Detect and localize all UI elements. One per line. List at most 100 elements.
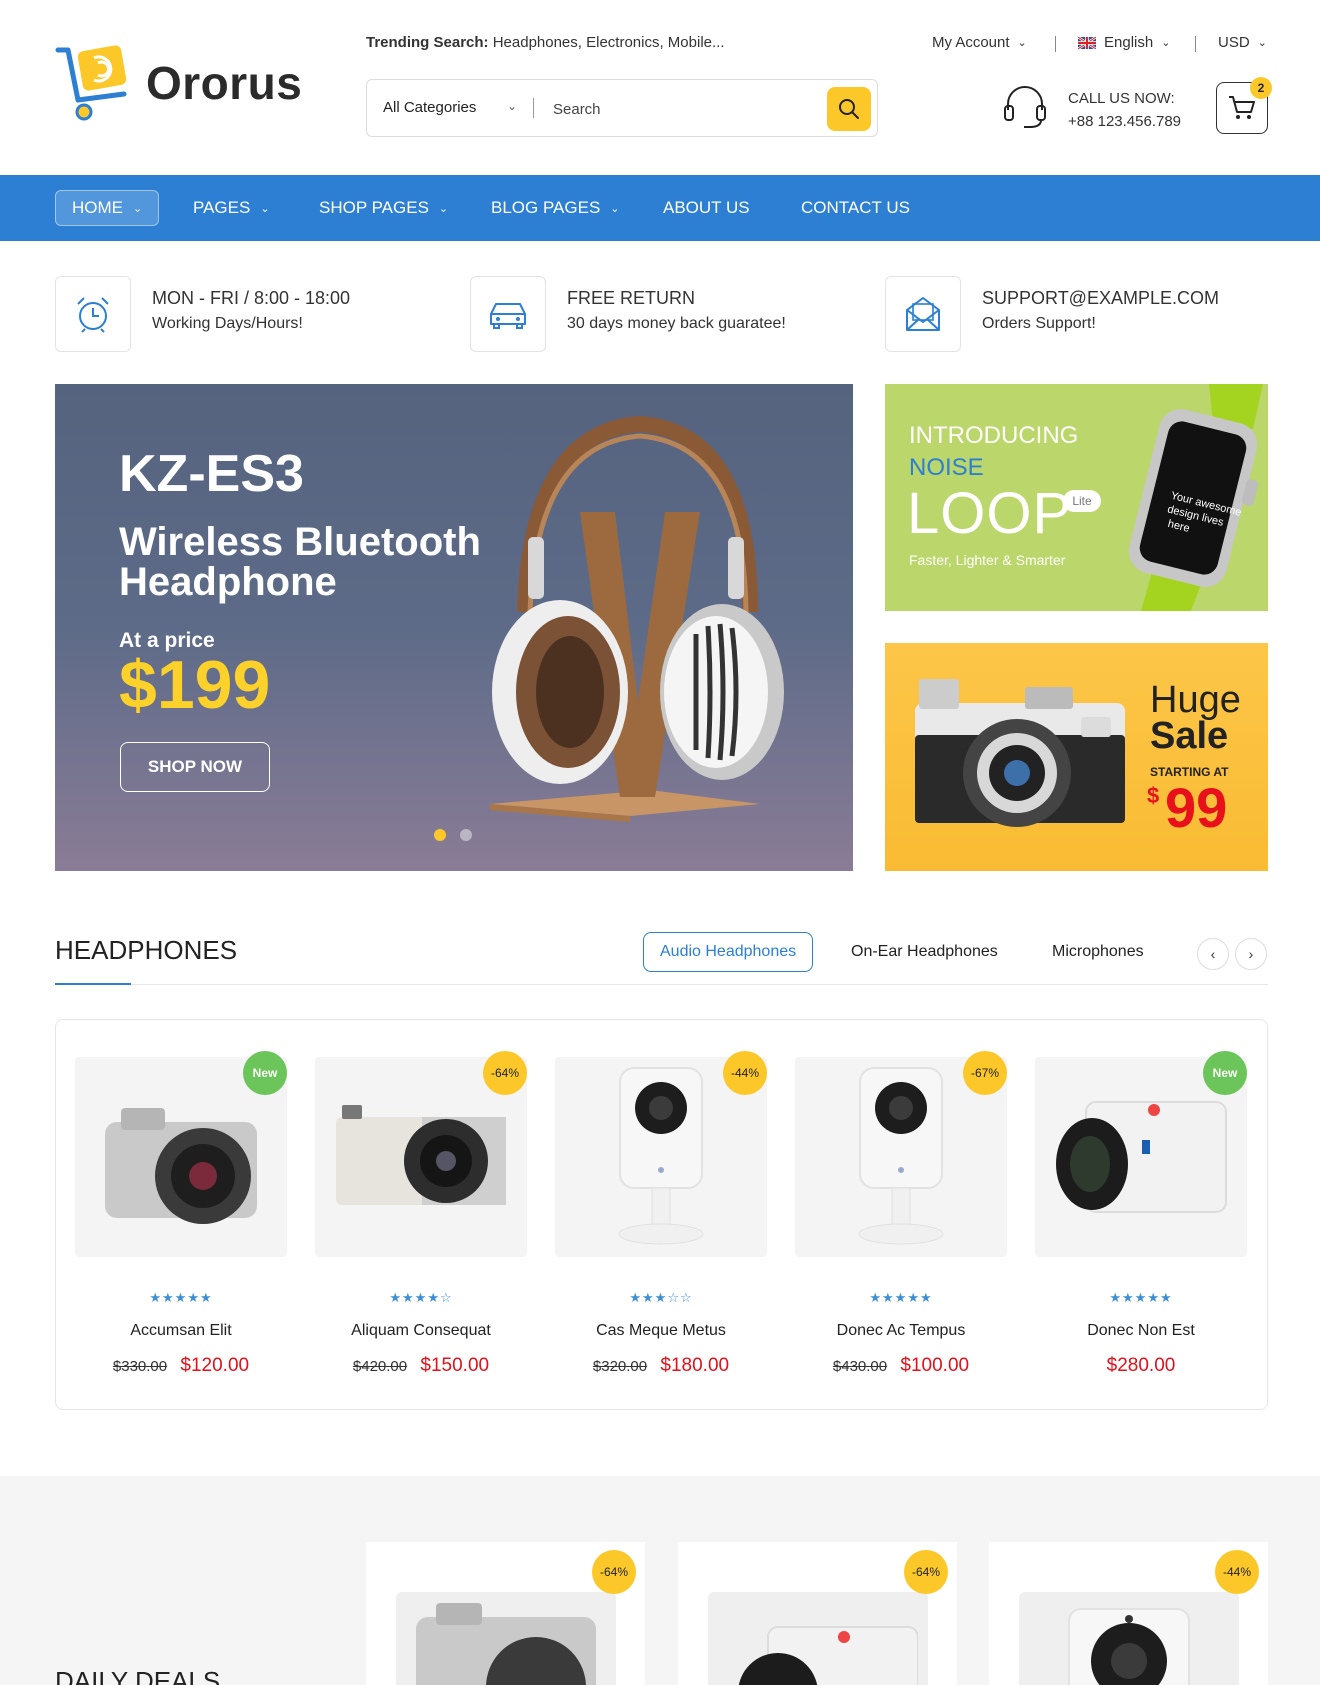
separator <box>1055 36 1056 52</box>
main-navigation: HOME ⌄ PAGES ⌄ SHOP PAGES ⌄ BLOG PAGES ⌄… <box>0 175 1320 241</box>
call-us-number[interactable]: +88 123.456.789 <box>1068 113 1181 130</box>
brand-name[interactable]: Ororus <box>146 56 302 110</box>
car-icon <box>490 303 526 329</box>
rating-stars: ★★★★★ <box>869 1290 933 1305</box>
alarm-clock-icon <box>77 297 109 333</box>
deal-image[interactable] <box>1019 1592 1239 1685</box>
smartwatch-banner[interactable]: INTRODUCING NOISE LOOP Lite Faster, Ligh… <box>885 384 1268 611</box>
search-input[interactable] <box>553 96 813 122</box>
deal-image[interactable] <box>396 1592 616 1685</box>
tab-audio-headphones[interactable]: Audio Headphones <box>643 932 814 972</box>
nav-item-home[interactable]: HOME ⌄ <box>55 190 160 226</box>
rating-stars: ★★★☆☆ <box>629 1290 693 1305</box>
prev-arrow-button[interactable]: ‹ <box>1197 938 1229 970</box>
tab-microphones[interactable]: Microphones <box>1052 932 1144 972</box>
search-bar: All Categories ⌄ <box>366 79 878 137</box>
chevron-down-icon: ⌄ <box>133 202 143 215</box>
product-price: $330.00 $120.00 <box>63 1355 299 1377</box>
current-price: $280.00 <box>1106 1355 1176 1376</box>
old-price: $320.00 <box>592 1358 648 1375</box>
nav-item-shop-pages[interactable]: SHOP PAGES ⌄ <box>319 190 448 226</box>
product-badge: -67% <box>963 1051 1007 1095</box>
feature-title: FREE RETURN <box>567 288 696 308</box>
language-menu[interactable]: English ⌄ <box>1078 34 1170 51</box>
product-price: $280.00 <box>1023 1355 1259 1377</box>
product-name[interactable]: Donec Non Est <box>1023 1322 1259 1340</box>
nav-label: BLOG PAGES <box>491 198 601 217</box>
product-price: $430.00 $100.00 <box>783 1355 1019 1377</box>
logo-cart-icon[interactable] <box>54 44 138 124</box>
nav-label: CONTACT US <box>801 198 910 217</box>
currency-label: USD <box>1218 34 1250 51</box>
chevron-down-icon: ⌄ <box>610 202 620 215</box>
banner-tagline: Faster, Lighter & Smarter <box>909 552 1066 568</box>
chevron-right-icon: › <box>1248 946 1254 962</box>
nav-item-about-us[interactable]: ABOUT US <box>663 190 750 226</box>
slider-dot-active[interactable] <box>434 829 446 841</box>
chevron-down-icon: ⌄ <box>1017 37 1027 49</box>
old-price: $330.00 <box>112 1358 168 1375</box>
camera-sale-banner[interactable]: Huge Sale STARTING AT $ 99 <box>885 643 1268 871</box>
headset-icon <box>1002 82 1048 130</box>
nav-label: PAGES <box>193 198 251 217</box>
deal-image[interactable] <box>708 1592 928 1685</box>
product-card[interactable]: -64% ★★★★☆ Aliquam Consequat $420.00 $15… <box>303 1037 539 1387</box>
nav-item-contact-us[interactable]: CONTACT US <box>801 190 910 226</box>
old-price: $420.00 <box>352 1358 408 1375</box>
trending-label: Trending Search: <box>366 34 489 51</box>
cart-count-badge: 2 <box>1250 77 1272 99</box>
shop-now-button[interactable]: SHOP NOW <box>120 742 270 792</box>
product-name[interactable]: Cas Meque Metus <box>543 1322 779 1340</box>
deal-card[interactable]: -64% <box>366 1542 645 1685</box>
headphone-on-stand-image <box>490 415 784 822</box>
old-price: $430.00 <box>832 1358 888 1375</box>
mail-icon <box>906 297 940 331</box>
product-price: $320.00 $180.00 <box>543 1355 779 1377</box>
deal-card[interactable]: -64% <box>678 1542 957 1685</box>
product-price: $420.00 $150.00 <box>303 1355 539 1377</box>
chevron-down-icon: ⌄ <box>1257 37 1267 49</box>
section-title: DAILY DEALS <box>55 1666 221 1685</box>
product-card[interactable]: -67% ★★★★★ Donec Ac Tempus $430.00 $100.… <box>783 1037 1019 1387</box>
feature-title: MON - FRI / 8:00 - 18:00 <box>152 288 351 308</box>
nav-item-blog-pages[interactable]: BLOG PAGES ⌄ <box>491 190 620 226</box>
hero-price: $199 <box>119 647 271 723</box>
deal-card[interactable]: -44% <box>989 1542 1268 1685</box>
current-price: $120.00 <box>180 1355 250 1376</box>
search-divider <box>533 98 534 118</box>
trending-terms[interactable]: Headphones, Electronics, Mobile... <box>493 34 725 51</box>
rating-stars: ★★★★★ <box>149 1290 213 1305</box>
current-price: $180.00 <box>660 1355 730 1376</box>
currency-menu[interactable]: USD ⌄ <box>1218 34 1267 51</box>
current-price: $100.00 <box>900 1355 970 1376</box>
product-name[interactable]: Aliquam Consequat <box>303 1322 539 1340</box>
product-name[interactable]: Donec Ac Tempus <box>783 1322 1019 1340</box>
feature-icon-box <box>470 276 546 352</box>
search-button[interactable] <box>827 87 871 131</box>
banner-intro-line: INTRODUCING <box>909 422 1079 449</box>
nav-item-pages[interactable]: PAGES ⌄ <box>193 190 270 226</box>
trending-search: Trending Search: Headphones, Electronics… <box>366 34 725 51</box>
product-card[interactable]: -44% ★★★☆☆ Cas Meque Metus $320.00 $180.… <box>543 1037 779 1387</box>
banner-price: 99 <box>1165 776 1228 839</box>
separator <box>1195 36 1196 52</box>
my-account-label: My Account <box>932 34 1010 51</box>
product-card[interactable]: New ★★★★★ Donec Non Est $280.00 <box>1023 1037 1259 1387</box>
product-card[interactable]: New ★★★★★ Accumsan Elit $330.00 $120.00 <box>63 1037 299 1387</box>
deal-badge: -64% <box>904 1550 948 1594</box>
nav-label: ABOUT US <box>663 198 750 217</box>
category-select[interactable]: All Categories <box>383 99 476 116</box>
next-arrow-button[interactable]: › <box>1235 938 1267 970</box>
call-us-label: CALL US NOW: <box>1068 90 1175 107</box>
feature-subtitle: Orders Support! <box>982 315 1096 332</box>
chevron-down-icon: ⌄ <box>260 202 270 215</box>
banner-sale: Sale <box>1150 715 1229 757</box>
slider-dot[interactable] <box>460 829 472 841</box>
product-name[interactable]: Accumsan Elit <box>63 1322 299 1340</box>
banner-currency: $ <box>1147 783 1160 808</box>
my-account-menu[interactable]: My Account ⌄ <box>932 34 1027 51</box>
product-badge: -44% <box>723 1051 767 1095</box>
tab-on-ear-headphones[interactable]: On-Ear Headphones <box>851 932 998 972</box>
section-title: HEADPHONES <box>55 935 238 965</box>
chevron-down-icon: ⌄ <box>438 202 449 215</box>
